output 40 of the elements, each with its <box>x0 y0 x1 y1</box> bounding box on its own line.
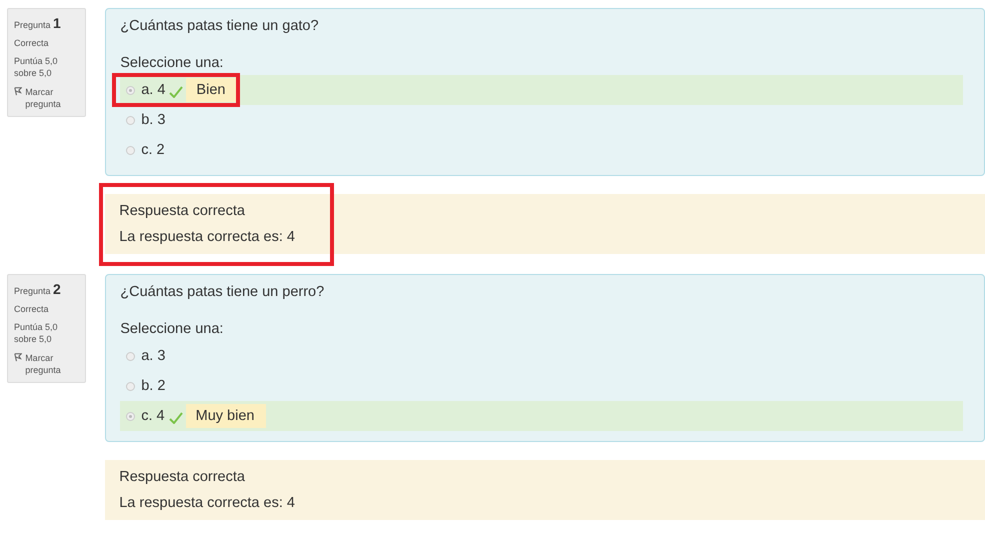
answer-option[interactable]: a. 4 Bien <box>120 75 964 105</box>
question-number: Pregunta 2 <box>14 281 62 297</box>
radio-button[interactable] <box>126 146 136 154</box>
correct-answer-text: La respuesta correcta es: 4 <box>119 229 296 245</box>
option-label: a. 4 <box>141 82 166 98</box>
flag-question-link[interactable]: Marcar pregunta <box>25 352 80 376</box>
question-text: ¿Cuántas patas tiene un perro? <box>120 284 326 300</box>
answer-feedback: Bien <box>186 78 238 102</box>
answer-option[interactable]: b. 3 <box>120 105 964 135</box>
answer-prompt: Seleccione una: <box>120 321 224 337</box>
radio-button[interactable] <box>126 412 136 420</box>
question-state: Correcta <box>14 304 50 314</box>
outcome-status: Respuesta correcta <box>119 203 246 219</box>
option-label: b. 3 <box>141 112 166 128</box>
radio-button[interactable] <box>126 116 136 124</box>
flag-question-link[interactable]: Marcar pregunta <box>25 86 80 110</box>
question-text: ¿Cuántas patas tiene un gato? <box>120 18 320 34</box>
check-icon <box>169 86 184 98</box>
option-label: a. 3 <box>141 348 166 364</box>
question-grade: Puntúa 5,0 sobre 5,0 <box>14 321 59 345</box>
answer-option[interactable]: a. 3 <box>120 341 964 371</box>
answer-option[interactable]: b. 2 <box>120 371 964 401</box>
option-label: c. 4 <box>141 408 165 424</box>
radio-button[interactable] <box>126 382 136 390</box>
radio-button[interactable] <box>126 352 136 360</box>
radio-button[interactable] <box>126 86 136 94</box>
question-number: Pregunta 1 <box>14 15 62 31</box>
correct-answer-text: La respuesta correcta es: 4 <box>119 495 296 511</box>
question-state: Correcta <box>14 38 50 48</box>
answer-option[interactable]: c. 4 Muy bien <box>120 401 964 431</box>
answer-prompt: Seleccione una: <box>120 55 224 71</box>
answer-option[interactable]: c. 2 <box>120 135 964 165</box>
option-label: b. 2 <box>141 378 166 394</box>
flag-icon[interactable] <box>14 352 22 362</box>
answer-feedback: Muy bien <box>186 404 266 428</box>
question-grade: Puntúa 5,0 sobre 5,0 <box>14 55 59 79</box>
flag-icon[interactable] <box>14 86 22 96</box>
outcome-status: Respuesta correcta <box>119 469 246 485</box>
check-icon <box>168 412 183 424</box>
option-label: c. 2 <box>141 142 165 158</box>
